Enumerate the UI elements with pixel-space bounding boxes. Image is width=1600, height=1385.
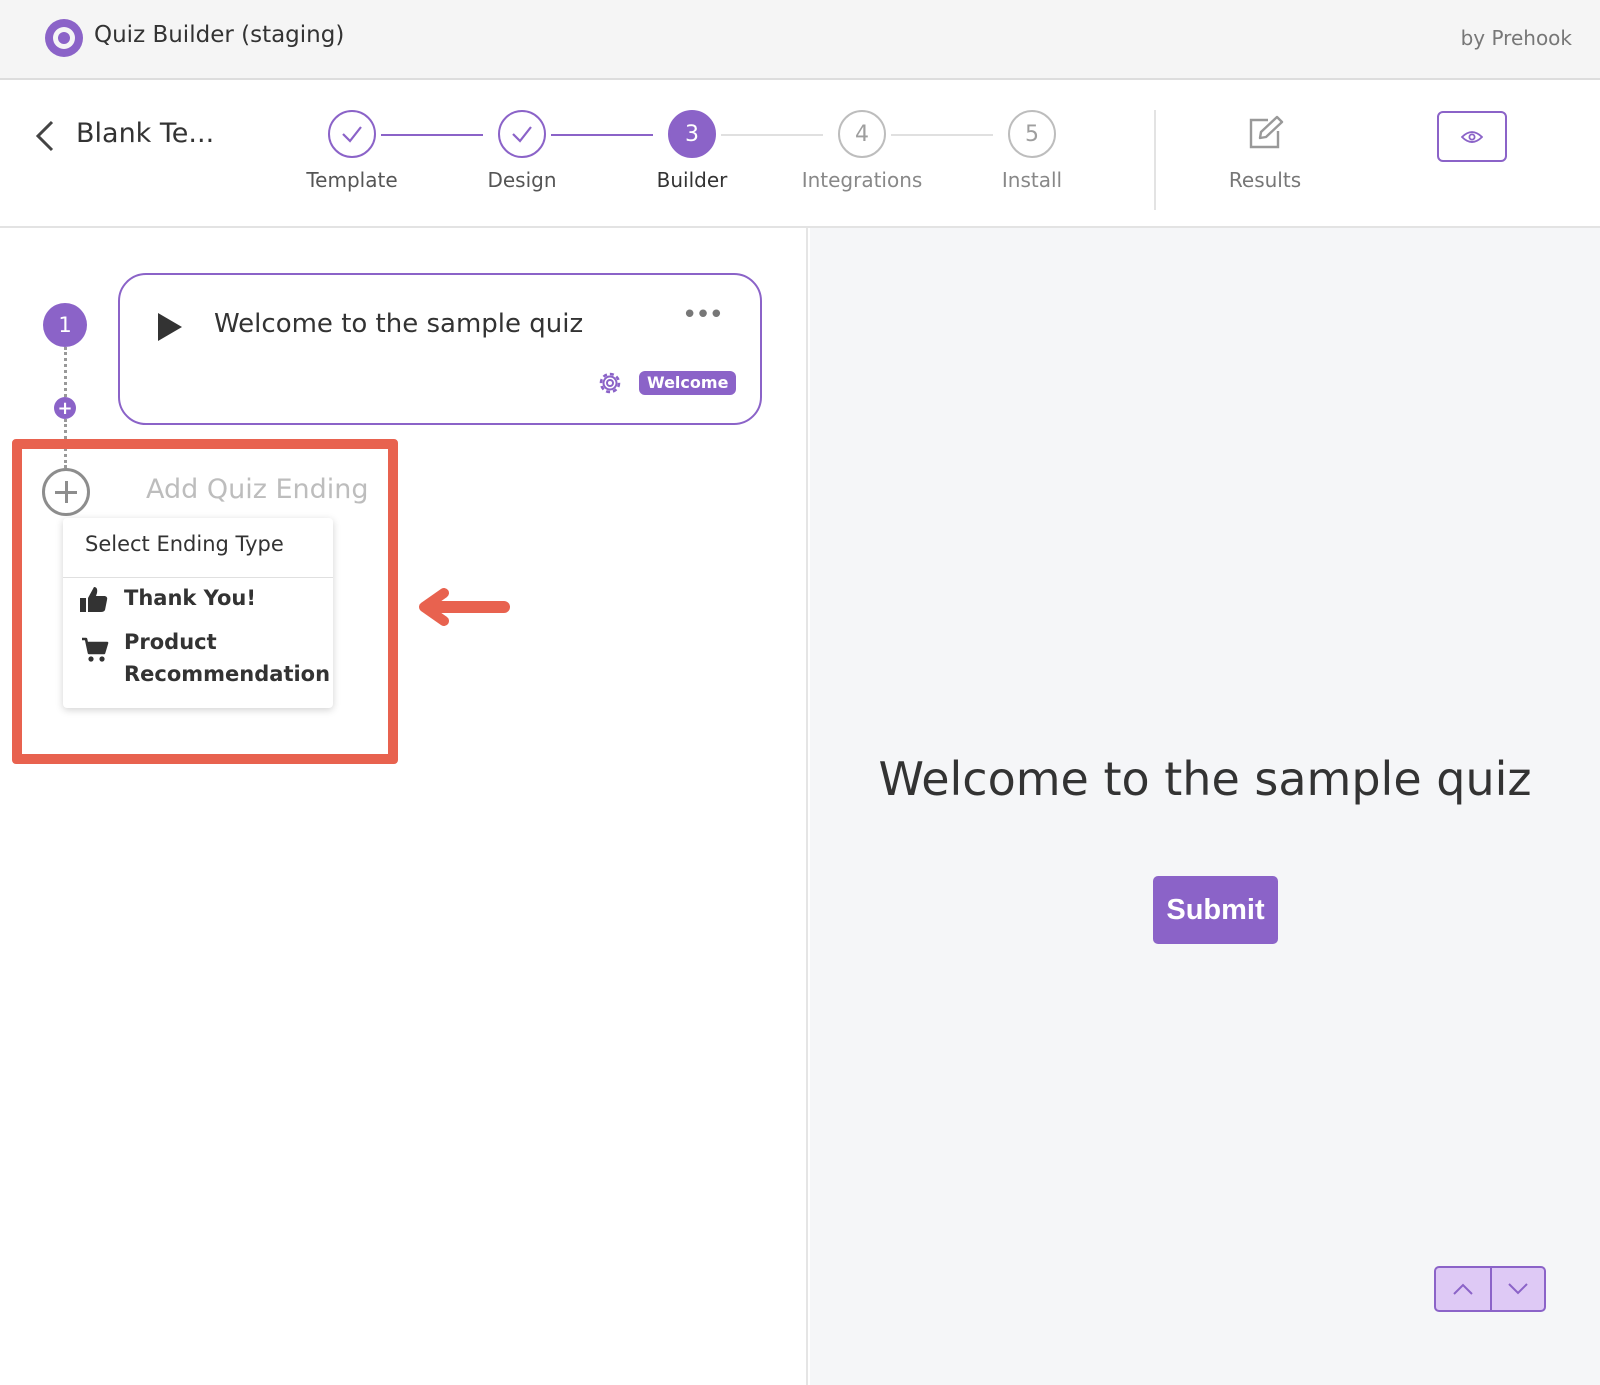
back-button[interactable] [30, 116, 60, 156]
preview-panel: Welcome to the sample quiz Submit [810, 228, 1600, 1385]
node-number: 1 [43, 303, 87, 347]
play-icon [158, 313, 182, 341]
welcome-card[interactable]: Welcome to the sample quiz ••• Welcome [118, 273, 762, 425]
step-number: 4 [838, 110, 886, 158]
step-label: Builder [656, 168, 728, 192]
next-slide-button[interactable] [1489, 1268, 1544, 1310]
ending-type-menu: Select Ending Type Thank You! Product Re… [63, 518, 333, 708]
welcome-badge: Welcome [639, 371, 737, 395]
preview-title: Welcome to the sample quiz [878, 752, 1532, 806]
step-number: 3 [668, 110, 716, 158]
chevron-down-icon [1508, 1283, 1528, 1295]
step-number: 5 [1008, 110, 1056, 158]
app-bar: Quiz Builder (staging) by Prehook [0, 0, 1600, 80]
more-options-icon[interactable]: ••• [682, 302, 724, 328]
edit-icon [1249, 115, 1284, 149]
preview-button[interactable] [1437, 111, 1507, 162]
flow-connector [64, 347, 67, 397]
ending-menu-header: Select Ending Type [63, 518, 333, 578]
ending-option-product-recommendation[interactable]: Product Recommendation [63, 624, 333, 694]
checkmark-icon [328, 110, 376, 158]
add-step-plus-icon[interactable]: + [54, 397, 76, 419]
results-button[interactable]: Results [1210, 114, 1320, 192]
welcome-card-title: Welcome to the sample quiz [214, 309, 584, 339]
step-label: Integrations [801, 168, 923, 192]
thumbs-up-icon [80, 587, 108, 612]
step-integrations[interactable]: 4 Integrations [797, 110, 927, 192]
prehook-logo-icon [45, 19, 83, 57]
previous-slide-button[interactable] [1436, 1268, 1490, 1310]
shopping-cart-icon [82, 637, 109, 662]
app-title: Quiz Builder (staging) [94, 22, 345, 48]
results-label: Results [1228, 168, 1302, 192]
submit-button[interactable]: Submit [1153, 876, 1278, 944]
ending-option-label: Thank You! [124, 586, 256, 610]
step-design[interactable]: Design [457, 110, 587, 192]
slide-navigation [1434, 1266, 1546, 1312]
add-quiz-ending-label[interactable]: Add Quiz Ending [146, 474, 369, 505]
chevron-up-icon [1453, 1283, 1473, 1295]
quiz-name[interactable]: Blank Te... [76, 118, 214, 149]
ending-option-label: Product Recommendation [124, 630, 331, 686]
app-byline: by Prehook [1460, 26, 1572, 50]
step-builder[interactable]: 3 Builder [627, 110, 757, 192]
chevron-left-icon [35, 120, 54, 152]
step-template[interactable]: Template [287, 110, 417, 192]
step-label: Design [487, 168, 557, 192]
checkmark-icon [498, 110, 546, 158]
step-install[interactable]: 5 Install [967, 110, 1097, 192]
gear-icon[interactable] [596, 369, 624, 397]
add-ending-plus-icon[interactable] [42, 468, 90, 516]
annotation-arrow-icon [419, 588, 510, 626]
ending-option-thank-you[interactable]: Thank You! [63, 580, 333, 622]
header-divider [1154, 110, 1156, 210]
eye-icon [1461, 130, 1483, 143]
builder-header: Blank Te... Template Design 3 Builder 4 … [0, 80, 1600, 228]
step-label: Install [1001, 168, 1063, 192]
step-label: Template [306, 168, 398, 192]
